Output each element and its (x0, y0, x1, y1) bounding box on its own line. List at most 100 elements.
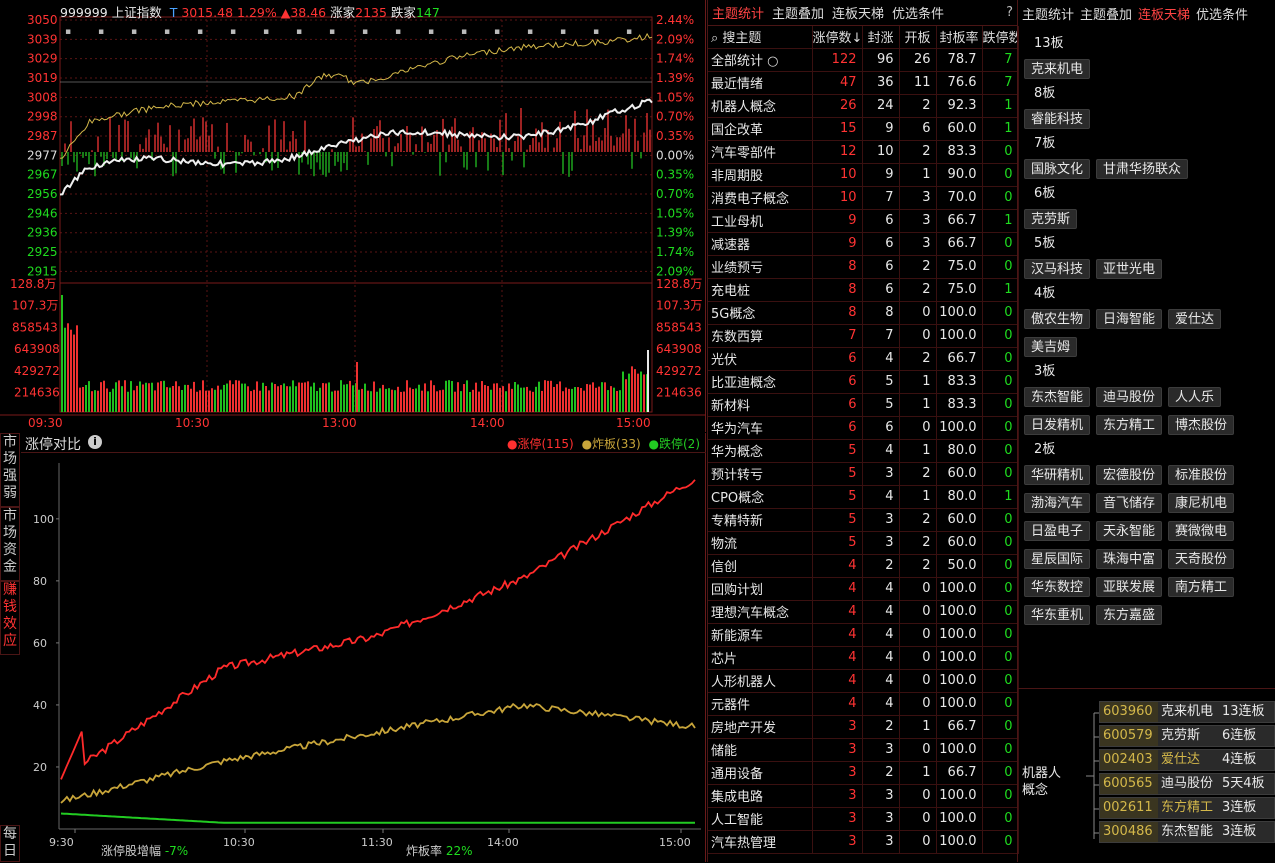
ladder-stock-chip[interactable]: 星辰国际 (1024, 549, 1091, 569)
ladder-stock-chip[interactable]: 东方嘉盛 (1096, 605, 1163, 625)
robot-stock-row[interactable]: 603960 克来机电 13连板 (1099, 701, 1275, 723)
theme-row[interactable]: 人形机器人 4 4 0 100.0 0 (708, 669, 1019, 693)
ladder-tab-theme-overlay[interactable]: 主题叠加 (1080, 4, 1132, 23)
ladder-stock-chip[interactable]: 华研精机 (1024, 465, 1091, 485)
ladder-stock-chip[interactable]: 爱仕达 (1168, 309, 1222, 329)
ladder-tab-limit-ladder[interactable]: 连板天梯 (1138, 4, 1190, 23)
ladder-stock-chip[interactable]: 克来机电 (1024, 59, 1091, 79)
header-limit-down[interactable]: 跌停数 (982, 26, 1019, 49)
theme-row[interactable]: 5G概念 8 8 0 100.0 0 (708, 301, 1019, 325)
ladder-stock-chip[interactable]: 天永智能 (1096, 521, 1163, 541)
ladder-stock-chip[interactable]: 美吉姆 (1024, 337, 1078, 357)
theme-row[interactable]: 预计转亏 5 3 2 60.0 0 (708, 462, 1019, 486)
ladder-stock-chip[interactable]: 东方精工 (1096, 415, 1163, 435)
ladder-stock-chip[interactable]: 赛微微电 (1168, 521, 1235, 541)
ladder-stock-chip[interactable]: 日盈电子 (1024, 521, 1091, 541)
theme-row[interactable]: 东数西算 7 7 0 100.0 0 (708, 324, 1019, 348)
robot-stock-row[interactable]: 600565 迪马股份 5天4板 (1099, 773, 1275, 795)
theme-row[interactable]: 减速器 9 6 3 66.7 0 (708, 232, 1019, 256)
theme-row[interactable]: 业绩预亏 8 6 2 75.0 0 (708, 255, 1019, 279)
theme-row[interactable]: 机器人概念 26 24 2 92.3 1 (708, 94, 1019, 118)
theme-row[interactable]: 专精特新 5 3 2 60.0 0 (708, 508, 1019, 532)
ladder-stock-chip[interactable]: 康尼机电 (1168, 493, 1235, 513)
theme-row[interactable]: 工业母机 9 6 3 66.7 1 (708, 209, 1019, 233)
ladder-stock-chip[interactable]: 亚世光电 (1096, 259, 1163, 279)
ladder-stock-chip[interactable]: 甘肃华扬联众 (1096, 159, 1189, 179)
theme-row[interactable]: 回购计划 4 4 0 100.0 0 (708, 577, 1019, 601)
tab-theme-overlay[interactable]: 主题叠加 (772, 3, 824, 22)
theme-row[interactable]: 光伏 6 4 2 66.7 0 (708, 347, 1019, 371)
theme-row[interactable]: CPO概念 5 4 1 80.0 1 (708, 485, 1019, 509)
robot-stock-row[interactable]: 002611 东方精工 3连板 (1099, 797, 1275, 819)
ladder-stock-chip[interactable]: 华东重机 (1024, 605, 1091, 625)
theme-row[interactable]: 汽车热管理 3 3 0 100.0 0 (708, 830, 1019, 854)
theme-row[interactable]: 非周期股 10 9 1 90.0 0 (708, 163, 1019, 187)
ladder-stock-chip[interactable]: 东杰智能 (1024, 387, 1091, 407)
ladder-stock-chip[interactable]: 音飞储存 (1096, 493, 1163, 513)
tab-preferred-conditions[interactable]: 优选条件 (892, 3, 944, 22)
theme-row[interactable]: 新能源车 4 4 0 100.0 0 (708, 623, 1019, 647)
ladder-stock-chip[interactable]: 宏德股份 (1096, 465, 1163, 485)
theme-row[interactable]: 全部统计 ○ 122 96 26 78.7 7 (708, 48, 1019, 72)
header-seal-rate[interactable]: 封板率 (936, 26, 983, 49)
theme-row[interactable]: 最近情绪 47 36 11 76.6 7 (708, 71, 1019, 95)
ladder-stock-chip[interactable]: 国脉文化 (1024, 159, 1091, 179)
ladder-stock-chip[interactable]: 博杰股份 (1168, 415, 1235, 435)
header-limit-up[interactable]: 涨停数↓ (812, 26, 863, 49)
help-icon[interactable]: ? (1006, 5, 1013, 20)
theme-row[interactable]: 比亚迪概念 6 5 1 83.3 0 (708, 370, 1019, 394)
header-sealed[interactable]: 封涨 (862, 26, 900, 49)
ladder-stock-chip[interactable]: 亚联发展 (1096, 577, 1163, 597)
theme-row[interactable]: 通用设备 3 2 1 66.7 0 (708, 761, 1019, 785)
theme-row[interactable]: 国企改革 15 9 6 60.0 1 (708, 117, 1019, 141)
side-button-profit-effect[interactable]: 赚钱效应 (0, 581, 20, 655)
ladder-stock-chip[interactable]: 标准股份 (1168, 465, 1235, 485)
ladder-stock-chip[interactable]: 日发精机 (1024, 415, 1091, 435)
theme-row[interactable]: 充电桩 8 6 2 75.0 1 (708, 278, 1019, 302)
theme-row[interactable]: 储能 3 3 0 100.0 0 (708, 738, 1019, 762)
robot-stock-row[interactable]: 002403 爱仕达 4连板 (1099, 749, 1275, 771)
settings-circle-icon[interactable]: ○ (763, 54, 778, 69)
ladder-stock-chip[interactable]: 克劳斯 (1024, 209, 1078, 229)
ladder-stock-chip[interactable]: 日海智能 (1096, 309, 1163, 329)
ladder-stock-chip[interactable]: 渤海汽车 (1024, 493, 1091, 513)
ladder-stock-chip[interactable]: 人人乐 (1168, 387, 1222, 407)
theme-row[interactable]: 元器件 4 4 0 100.0 0 (708, 692, 1019, 716)
theme-row[interactable]: 理想汽车概念 4 4 0 100.0 0 (708, 600, 1019, 624)
tab-theme-stats[interactable]: 主题统计 (712, 3, 764, 22)
ladder-stock-chip[interactable]: 傲农生物 (1024, 309, 1091, 329)
theme-row[interactable]: 信创 4 2 2 50.0 0 (708, 554, 1019, 578)
ladder-stock-chip[interactable]: 睿能科技 (1024, 109, 1091, 129)
ladder-stock-chip[interactable]: 珠海中富 (1096, 549, 1163, 569)
ladder-stock-chip[interactable]: 天奇股份 (1168, 549, 1235, 569)
theme-row[interactable]: 房地产开发 3 2 1 66.7 0 (708, 715, 1019, 739)
ladder-stock-chip[interactable]: 华东数控 (1024, 577, 1091, 597)
side-button-daily[interactable]: 每日 (0, 825, 20, 862)
ladder-tab-preferred[interactable]: 优选条件 (1196, 4, 1248, 23)
robot-stock-row[interactable]: 600579 克劳斯 6连板 (1099, 725, 1275, 747)
ladder-stock-chip[interactable]: 迪马股份 (1096, 387, 1163, 407)
tab-limit-ladder[interactable]: 连板天梯 (832, 3, 884, 22)
theme-row[interactable]: 消费电子概念 10 7 3 70.0 0 (708, 186, 1019, 210)
theme-row[interactable]: 新材料 6 5 1 83.3 0 (708, 393, 1019, 417)
ladder-stock-chip[interactable]: 南方精工 (1168, 577, 1235, 597)
ladder-level-label: 5板 (1034, 236, 1056, 251)
index-chart-svg[interactable]: 3050 3039 3029 3019 3008 2998 2987 2977 2967 2956… (0, 0, 706, 432)
theme-name: 集成电路 (708, 784, 813, 808)
theme-row[interactable]: 人工智能 3 3 0 100.0 0 (708, 807, 1019, 831)
ladder-stock-chip[interactable]: 汉马科技 (1024, 259, 1091, 279)
theme-row[interactable]: 集成电路 3 3 0 100.0 0 (708, 784, 1019, 808)
search-theme-header[interactable]: ⌕ 搜主题 (708, 26, 813, 49)
header-opened[interactable]: 开板 (899, 26, 937, 49)
info-icon[interactable]: i (88, 435, 102, 449)
side-button-market-funds[interactable]: 市场资金 (0, 507, 20, 581)
theme-row[interactable]: 华为概念 5 4 1 80.0 0 (708, 439, 1019, 463)
robot-stock-row[interactable]: 300486 东杰智能 3连板 (1099, 821, 1275, 843)
limit-chart-svg[interactable]: 100 80 60 40 20 9:30 10:30 11:30 14:00 15:00 (21, 453, 706, 862)
theme-row[interactable]: 芯片 4 4 0 100.0 0 (708, 646, 1019, 670)
theme-row[interactable]: 华为汽车 6 6 0 100.0 0 (708, 416, 1019, 440)
side-button-market-strength[interactable]: 市场强弱 (0, 433, 20, 507)
theme-row[interactable]: 物流 5 3 2 60.0 0 (708, 531, 1019, 555)
ladder-tab-theme-stats[interactable]: 主题统计 (1022, 4, 1074, 23)
theme-row[interactable]: 汽车零部件 12 10 2 83.3 0 (708, 140, 1019, 164)
